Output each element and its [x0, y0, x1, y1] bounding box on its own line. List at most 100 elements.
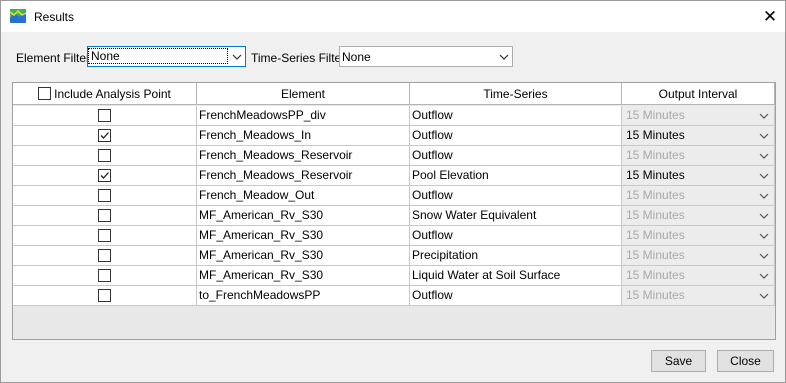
include-cell [13, 206, 197, 226]
include-checkbox[interactable] [98, 209, 111, 222]
timeseries-cell: Precipitation [410, 246, 622, 266]
include-checkbox[interactable] [98, 229, 111, 242]
element-filter-label: Element Filter [16, 51, 91, 65]
output-interval-value: 15 Minutes [626, 228, 685, 242]
timeseries-cell: Outflow [410, 286, 622, 306]
header-element[interactable]: Element [197, 83, 410, 105]
chevron-down-icon [759, 253, 769, 259]
table-row: MF_American_Rv_S30 Precipitation 15 Minute… [13, 246, 775, 266]
chevron-down-icon [499, 54, 509, 60]
element-filter-value: None [88, 48, 228, 64]
table-row: French_Meadow_Out Outflow 15 Minutes [13, 186, 775, 206]
timeseries-filter-label: Time-Series Filter [251, 51, 346, 65]
output-interval-value: 15 Minutes [626, 168, 685, 182]
output-interval-value: 15 Minutes [626, 208, 685, 222]
include-cell [13, 166, 197, 186]
include-checkbox[interactable] [98, 149, 111, 162]
close-button[interactable]: Close [717, 350, 774, 372]
include-cell [13, 106, 197, 126]
output-interval-value: 15 Minutes [626, 128, 685, 142]
output-interval-select[interactable]: 15 Minutes [622, 226, 775, 246]
include-all-checkbox[interactable] [38, 87, 52, 100]
table-row: French_Meadows_In Outflow 15 Minutes [13, 126, 775, 146]
timeseries-cell: Outflow [410, 146, 622, 166]
include-cell [13, 186, 197, 206]
table-row: to_FrenchMeadowsPP Outflow 15 Minutes [13, 286, 775, 306]
chevron-down-icon [759, 293, 769, 299]
table-row: French_Meadows_Reservoir Outflow 15 Minute… [13, 146, 775, 166]
results-table: Include Analysis Point Element Time-Seri… [12, 82, 776, 340]
header-include[interactable]: Include Analysis Point [13, 83, 197, 105]
timeseries-cell: Outflow [410, 186, 622, 206]
chevron-down-icon [759, 193, 769, 199]
element-cell: MF_American_Rv_S30 [197, 206, 410, 226]
chevron-down-icon [759, 153, 769, 159]
header-output-interval[interactable]: Output Interval [622, 83, 775, 105]
output-interval-select[interactable]: 15 Minutes [622, 266, 775, 286]
chevron-down-icon [759, 233, 769, 239]
chevron-down-icon [759, 113, 769, 119]
output-interval-value: 15 Minutes [626, 288, 685, 302]
element-cell: French_Meadows_Reservoir [197, 166, 410, 186]
timeseries-filter-value: None [342, 50, 371, 64]
output-interval-value: 15 Minutes [626, 148, 685, 162]
include-checkbox[interactable] [98, 129, 111, 142]
window-title: Results [34, 10, 75, 24]
chevron-down-icon [759, 213, 769, 219]
table-row: French_Meadows_Reservoir Pool Elevation 15… [13, 166, 775, 186]
table-row: FrenchMeadowsPP_div Outflow 15 Minutes [13, 106, 775, 126]
output-interval-select[interactable]: 15 Minutes [622, 286, 775, 306]
chevron-down-icon [759, 133, 769, 139]
include-cell [13, 126, 197, 146]
app-icon [9, 9, 27, 23]
header-timeseries[interactable]: Time-Series [410, 83, 622, 105]
timeseries-cell: Outflow [410, 106, 622, 126]
save-button[interactable]: Save [651, 350, 706, 372]
output-interval-value: 15 Minutes [626, 268, 685, 282]
timeseries-cell: Outflow [410, 126, 622, 146]
include-checkbox[interactable] [98, 269, 111, 282]
include-checkbox[interactable] [98, 249, 111, 262]
element-cell: to_FrenchMeadowsPP [197, 286, 410, 306]
output-interval-select[interactable]: 15 Minutes [622, 246, 775, 266]
output-interval-select[interactable]: 15 Minutes [622, 126, 775, 146]
include-cell [13, 246, 197, 266]
timeseries-cell: Liquid Water at Soil Surface [410, 266, 622, 286]
table-row: MF_American_Rv_S30 Liquid Water at Soil S… [13, 266, 775, 286]
output-interval-value: 15 Minutes [626, 108, 685, 122]
element-filter-select[interactable]: None [87, 46, 246, 67]
timeseries-cell: Outflow [410, 226, 622, 246]
include-cell [13, 146, 197, 166]
output-interval-select[interactable]: 15 Minutes [622, 186, 775, 206]
output-interval-select[interactable]: 15 Minutes [622, 106, 775, 126]
chevron-down-icon [759, 173, 769, 179]
output-interval-select[interactable]: 15 Minutes [622, 146, 775, 166]
include-checkbox[interactable] [98, 189, 111, 202]
output-interval-value: 15 Minutes [626, 188, 685, 202]
element-cell: French_Meadows_Reservoir [197, 146, 410, 166]
table-row: MF_American_Rv_S30 Snow Water Equivalent 1… [13, 206, 775, 226]
element-cell: MF_American_Rv_S30 [197, 226, 410, 246]
results-dialog: Results ✕ Element Filter None Time-Serie… [0, 0, 786, 383]
timeseries-cell: Pool Elevation [410, 166, 622, 186]
include-checkbox[interactable] [98, 289, 111, 302]
timeseries-cell: Snow Water Equivalent [410, 206, 622, 226]
include-checkbox[interactable] [98, 109, 111, 122]
chevron-down-icon [759, 273, 769, 279]
element-cell: MF_American_Rv_S30 [197, 266, 410, 286]
output-interval-select[interactable]: 15 Minutes [622, 206, 775, 226]
output-interval-value: 15 Minutes [626, 248, 685, 262]
element-cell: French_Meadow_Out [197, 186, 410, 206]
table-row: MF_American_Rv_S30 Outflow 15 Minutes [13, 226, 775, 246]
output-interval-select[interactable]: 15 Minutes [622, 166, 775, 186]
element-cell: FrenchMeadowsPP_div [197, 106, 410, 126]
include-cell [13, 266, 197, 286]
element-cell: French_Meadows_In [197, 126, 410, 146]
include-cell [13, 226, 197, 246]
include-cell [13, 286, 197, 306]
timeseries-filter-select[interactable]: None [339, 46, 513, 67]
include-checkbox[interactable] [98, 169, 111, 182]
header-include-label: Include Analysis Point [54, 86, 171, 101]
close-window-icon[interactable]: ✕ [756, 5, 784, 29]
element-cell: MF_American_Rv_S30 [197, 246, 410, 266]
